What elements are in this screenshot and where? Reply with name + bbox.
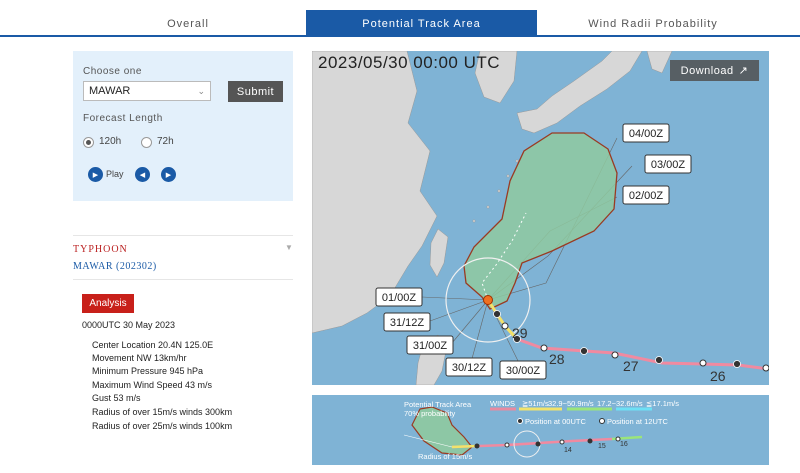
legend-winds-label: WINDS [490, 399, 515, 408]
tab-wind-radii-probability[interactable]: Wind Radii Probability [537, 10, 769, 37]
storm-type: TYPHOON [73, 244, 128, 255]
tab-overall[interactable]: Overall [70, 10, 306, 37]
divider [73, 279, 293, 280]
label-30-12z: 30/12Z [452, 362, 487, 374]
analysis-badge: Analysis [82, 294, 134, 313]
legend-area-title: Potential Track Area [404, 400, 472, 409]
info-center: Center Location 20.4N 125.0E [92, 340, 214, 350]
legend-day-14: 14 [564, 447, 572, 454]
label-04-00z: 04/00Z [629, 128, 664, 140]
legend-day-15: 15 [598, 443, 606, 450]
label-02-00z: 02/00Z [629, 190, 664, 202]
legend-wind-1: ≧51m/s [522, 399, 549, 408]
step-back-icon[interactable]: ◀ [135, 167, 150, 182]
legend-day-16: 16 [620, 441, 628, 448]
radio-120h[interactable] [83, 137, 94, 148]
info-max-wind: Maximum Wind Speed 43 m/s [92, 380, 213, 390]
map-graphic: 04/00Z 03/00Z 02/00Z 01/00Z 31/12Z 31/00… [312, 51, 769, 385]
download-button[interactable]: Download ↗ [670, 60, 759, 81]
radio-120h-label: 120h [99, 136, 122, 147]
control-panel: Choose one MAWAR ⌄ Submit Forecast Lengt… [73, 51, 293, 201]
track-probability-area [463, 132, 618, 310]
chevron-down-icon: ⌄ [197, 86, 205, 96]
day-27: 27 [623, 358, 639, 374]
day-26: 26 [710, 368, 726, 384]
legend-wind-3: 17.2~32.6m/s [597, 399, 643, 408]
forecast-length-label: Forecast Length [83, 113, 163, 124]
day-28: 28 [549, 351, 565, 367]
legend-wind-2: 32.9~50.9m/s [548, 399, 594, 408]
day-29: 29 [512, 325, 528, 341]
download-label: Download [680, 64, 734, 77]
label-31-00z: 31/00Z [413, 340, 448, 352]
play-icon[interactable]: ▶ [88, 167, 103, 182]
storm-select[interactable]: MAWAR ⌄ [83, 81, 211, 101]
legend-wind-4: ≦17.1m/s [646, 399, 679, 408]
info-radius-25: Radius of over 25m/s winds 100km [92, 421, 233, 431]
label-03-00z: 03/00Z [651, 159, 686, 171]
storm-name: MAWAR (202302) [73, 261, 157, 272]
legend-graphic: Potential Track Area 70% probability WIN… [403, 399, 679, 461]
label-31-12z: 31/12Z [390, 317, 425, 329]
info-movement: Movement NW 13km/hr [92, 353, 187, 363]
label-01-00z: 01/00Z [382, 292, 417, 304]
submit-button[interactable]: Submit [228, 81, 283, 102]
map-legend: Potential Track Area 70% probability WIN… [312, 395, 769, 465]
legend-radius-label: Radius of 15m/s [418, 452, 472, 461]
info-radius-15: Radius of over 15m/s winds 300km [92, 407, 233, 417]
legend-pos00: Position at 00UTC [525, 417, 586, 426]
analysis-time: 0000UTC 30 May 2023 [82, 320, 176, 330]
map-time: 2023/05/30 00:00 UTC [318, 53, 501, 72]
legend-pos12: Position at 12UTC [607, 417, 668, 426]
land [312, 51, 673, 385]
track-map[interactable]: 04/00Z 03/00Z 02/00Z 01/00Z 31/12Z 31/00… [312, 51, 769, 385]
current-position-icon [483, 295, 493, 305]
tab-bar: Overall Potential Track Area Wind Radii … [0, 10, 800, 37]
radio-72h[interactable] [141, 137, 152, 148]
radio-72h-label: 72h [157, 136, 174, 147]
external-link-icon: ↗ [738, 65, 749, 77]
play-label: Play [106, 169, 124, 179]
storm-select-value: MAWAR [89, 85, 131, 97]
step-forward-icon[interactable]: ▶ [161, 167, 176, 182]
choose-label: Choose one [83, 66, 142, 77]
legend-area-prob: 70% probability [404, 409, 456, 418]
divider [73, 235, 293, 236]
label-30-00z: 30/00Z [506, 365, 541, 377]
collapse-icon[interactable]: ▼ [285, 243, 293, 252]
tab-potential-track-area[interactable]: Potential Track Area [306, 10, 537, 37]
info-pressure: Minimum Pressure 945 hPa [92, 366, 204, 376]
info-gust: Gust 53 m/s [92, 393, 141, 403]
